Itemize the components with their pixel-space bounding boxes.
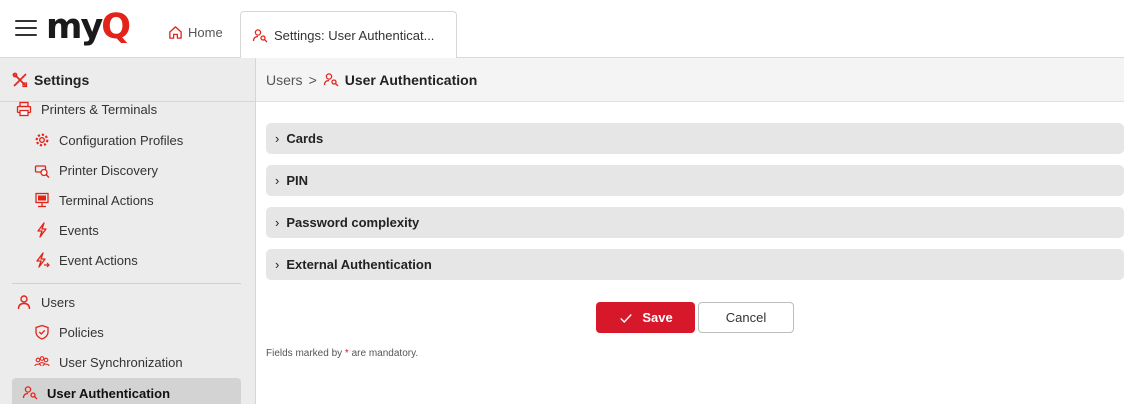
mandatory-star: * [344, 348, 349, 359]
cancel-label: Cancel [725, 310, 767, 325]
user-key-icon [22, 385, 38, 401]
chevron-right-icon: › [275, 257, 280, 272]
sidebar-item-printers-terminals[interactable]: Printers & Terminals [0, 96, 255, 122]
sidebar-item-label: Event Actions [59, 252, 138, 268]
printer-icon [16, 101, 32, 117]
tab-label: Settings: User Authenticat... [274, 28, 435, 43]
chevron-right-icon: › [275, 173, 280, 188]
chevron-right-icon: › [275, 215, 280, 230]
sidebar-divider [12, 283, 241, 284]
section-label: Cards [286, 131, 324, 146]
section-label: PIN [286, 173, 309, 188]
sidebar-item-label: Users [41, 294, 75, 310]
hamburger-menu-icon[interactable] [15, 20, 37, 37]
cancel-button[interactable]: Cancel [698, 302, 794, 333]
sidebar-item-label: User Authentication [47, 385, 171, 401]
user-icon [16, 294, 32, 310]
sidebar-item-label: Printers & Terminals [41, 101, 158, 117]
top-bar: myQ Home Settings: User Authenticat... [0, 0, 1124, 59]
sidebar-item-label: Printer Discovery [59, 162, 158, 178]
section-pin[interactable]: › PIN [266, 165, 1124, 196]
save-label: Save [642, 310, 673, 325]
sidebar-item-user-synchronization[interactable]: User Synchronization [0, 347, 255, 377]
page-title: User Authentication [344, 71, 478, 88]
gear-icon [34, 132, 50, 148]
logo-text: my [46, 7, 103, 47]
user-key-icon [323, 72, 339, 88]
mandatory-prefix: Fields marked by [266, 348, 343, 359]
sidebar-item-user-authentication[interactable]: User Authentication [12, 378, 241, 404]
home-label: Home [188, 24, 223, 40]
sidebar-item-event-actions[interactable]: Event Actions [0, 245, 255, 275]
sidebar-item-configuration-profiles[interactable]: Configuration Profiles [0, 125, 255, 155]
mandatory-note: Fields marked by * are mandatory. [266, 348, 418, 359]
checkmark-icon [618, 310, 634, 326]
user-key-icon [252, 28, 268, 44]
section-label: External Authentication [286, 257, 432, 272]
home-icon [167, 24, 183, 40]
sidebar-item-terminal-actions[interactable]: Terminal Actions [0, 185, 255, 215]
tab-settings-user-authentication[interactable]: Settings: User Authenticat... [240, 11, 457, 59]
sidebar-item-users[interactable]: Users [0, 287, 255, 317]
home-link[interactable]: Home [167, 24, 223, 40]
sidebar-item-label: Events [59, 222, 99, 238]
printer-search-icon [34, 162, 50, 178]
sidebar-item-label: Policies [59, 324, 104, 340]
sidebar-item-printer-discovery[interactable]: Printer Discovery [0, 155, 255, 185]
breadcrumb-separator: > [308, 71, 317, 88]
myq-logo[interactable]: myQ [46, 7, 131, 47]
mandatory-suffix: are mandatory. [351, 348, 419, 359]
settings-sidebar: Settings Printers & Terminals Configurat… [0, 58, 256, 404]
breadcrumb: Users > User Authentication [256, 58, 1124, 102]
lightning-icon [34, 222, 50, 238]
main-content: Users > User Authentication › Cards › PI… [256, 58, 1124, 404]
section-password-complexity[interactable]: › Password complexity [266, 207, 1124, 238]
sidebar-title: Settings [34, 71, 90, 88]
sidebar-item-events[interactable]: Events [0, 215, 255, 245]
tools-icon [12, 72, 28, 88]
shield-icon [34, 324, 50, 340]
breadcrumb-parent[interactable]: Users [266, 72, 303, 88]
logo-accent: Q [101, 7, 131, 47]
sidebar-item-label: Configuration Profiles [59, 132, 184, 148]
section-external-authentication[interactable]: › External Authentication [266, 249, 1124, 280]
lightning-arrow-icon [34, 252, 50, 268]
users-sync-icon [34, 354, 50, 370]
sidebar-item-label: Terminal Actions [59, 192, 154, 208]
save-button[interactable]: Save [596, 302, 695, 333]
chevron-right-icon: › [275, 131, 280, 146]
terminal-icon [34, 192, 50, 208]
section-label: Password complexity [286, 215, 420, 230]
section-cards[interactable]: › Cards [266, 123, 1124, 154]
sidebar-item-policies[interactable]: Policies [0, 317, 255, 347]
sidebar-item-label: User Synchronization [59, 354, 183, 370]
